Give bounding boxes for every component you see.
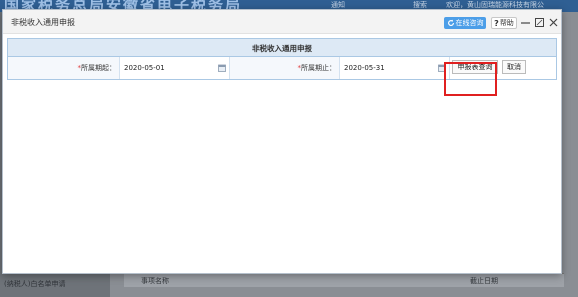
cancel-button[interactable]: 取消 bbox=[502, 60, 526, 74]
highlight-annotation bbox=[444, 62, 497, 96]
help-button[interactable]: ? 帮助 bbox=[491, 17, 517, 29]
online-consult-label: 在线咨询 bbox=[455, 19, 484, 27]
close-button[interactable] bbox=[548, 17, 559, 28]
period-end-value: 2020-05-31 bbox=[344, 64, 385, 72]
dialog-titlebar: 非税收入通用申报 在线咨询 ? 帮助 bbox=[3, 10, 561, 34]
help-icon: ? bbox=[494, 18, 499, 28]
help-label: 帮助 bbox=[499, 19, 514, 27]
form-title: 非税收入通用申报 bbox=[252, 44, 312, 53]
period-end-field[interactable]: 2020-05-31 bbox=[340, 57, 450, 79]
maximize-button[interactable] bbox=[534, 17, 545, 28]
period-end-label: *所属期止： bbox=[230, 57, 340, 79]
column-deadline: 截止日期 bbox=[470, 277, 498, 285]
sidebar-item-whitelist[interactable]: (纳税人)白名单申请 bbox=[4, 279, 65, 289]
column-item-name: 事项名称 bbox=[141, 277, 169, 285]
calendar-icon[interactable] bbox=[218, 64, 226, 72]
period-start-label: *所属期起： bbox=[8, 57, 120, 79]
minimize-button[interactable] bbox=[520, 17, 531, 28]
online-consult-button[interactable]: 在线咨询 bbox=[444, 17, 486, 29]
background-table-header bbox=[124, 273, 564, 287]
period-start-value: 2020-05-01 bbox=[124, 64, 165, 72]
period-start-field[interactable]: 2020-05-01 bbox=[120, 57, 230, 79]
declaration-dialog: 非税收入通用申报 在线咨询 ? 帮助 非税收入通用申报 *所属期起： 2020-… bbox=[2, 9, 562, 274]
maximize-icon bbox=[535, 18, 544, 27]
minimize-icon bbox=[521, 22, 530, 24]
refresh-icon bbox=[447, 19, 454, 26]
close-icon bbox=[549, 18, 558, 27]
dialog-title: 非税收入通用申报 bbox=[11, 18, 75, 27]
form-header: 非税收入通用申报 bbox=[8, 39, 556, 57]
